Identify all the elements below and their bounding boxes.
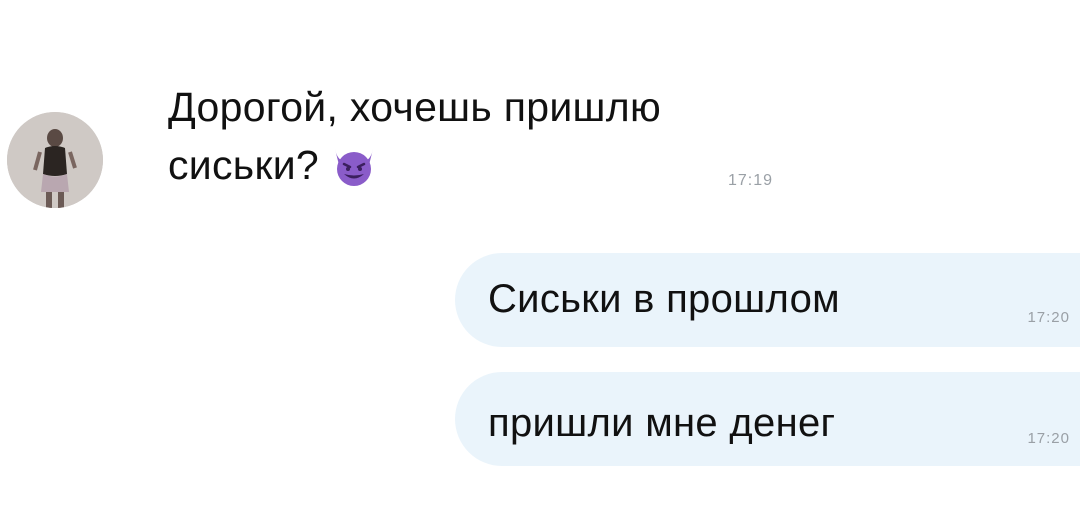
message-timestamp: 17:20 <box>1027 309 1070 326</box>
chat-thread: Дорогой, хочешь пришлю сиськи? 17:19 Сис… <box>0 0 1080 516</box>
message-timestamp: 17:20 <box>1027 430 1070 447</box>
avatar[interactable] <box>7 112 103 208</box>
incoming-message-line-1: Дорогой, хочешь пришлю <box>168 84 661 130</box>
outgoing-message-bubble[interactable]: пришли мне денег 17:20 <box>455 372 1080 466</box>
incoming-message-line-2-text: сиськи? <box>168 142 320 188</box>
message-timestamp: 17:19 <box>728 172 774 189</box>
smiling-face-with-horns-icon <box>329 143 379 202</box>
incoming-message-text: Дорогой, хочешь пришлю сиськи? <box>168 78 808 202</box>
outgoing-message-text: пришли мне денег <box>488 401 836 445</box>
incoming-message-line-2: сиськи? <box>168 136 808 202</box>
avatar-photo <box>7 112 103 208</box>
outgoing-message-bubble[interactable]: Сиськи в прошлом 17:20 <box>455 253 1080 347</box>
outgoing-message-text: Сиськи в прошлом <box>488 277 840 321</box>
